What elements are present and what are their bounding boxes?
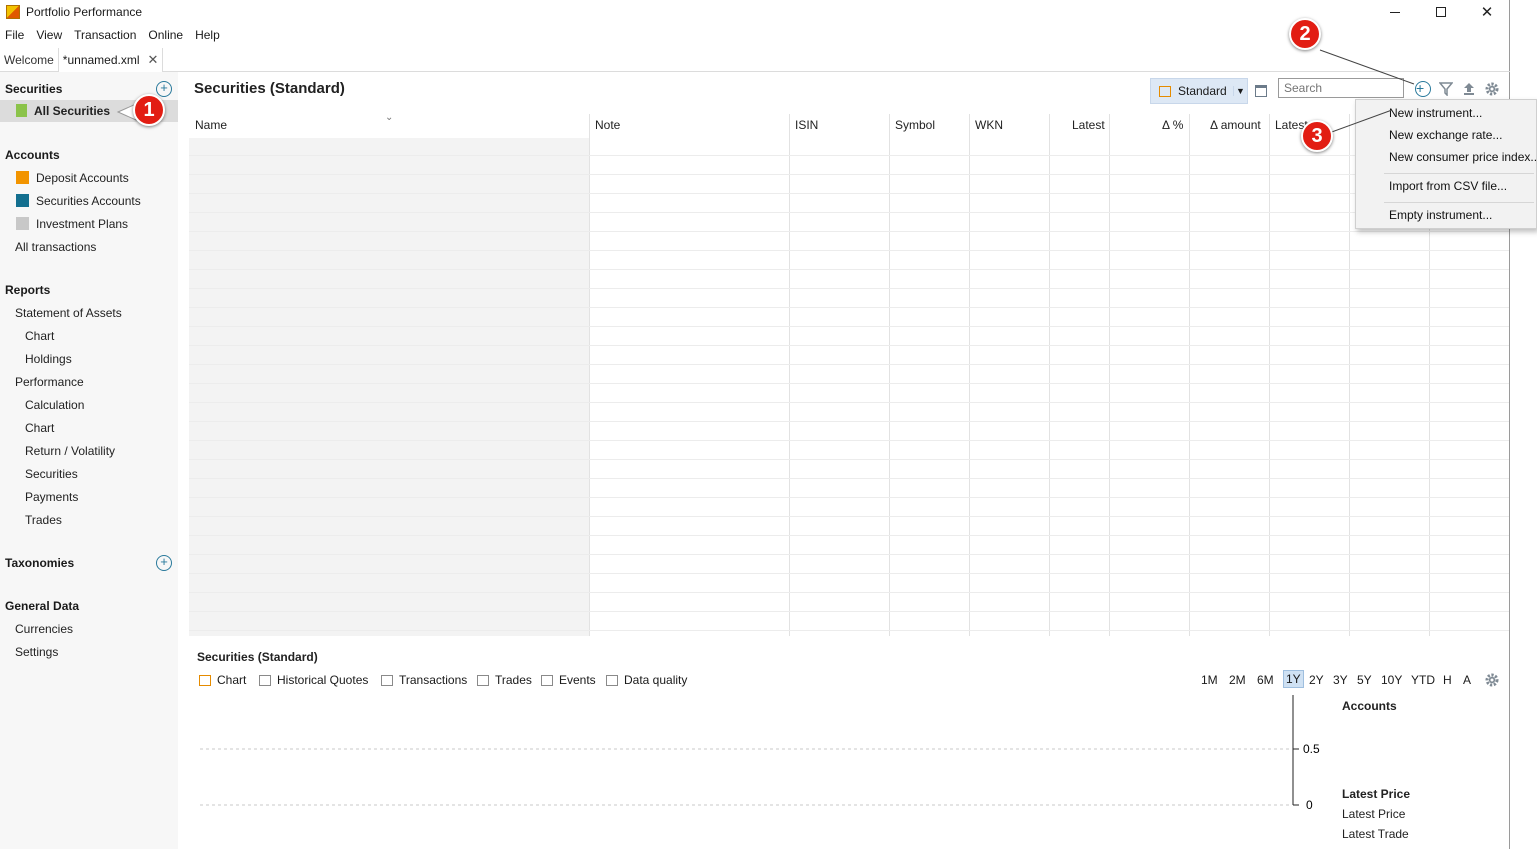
maximize-button[interactable] <box>1418 0 1464 24</box>
maximize-icon <box>1436 7 1446 17</box>
minimize-button[interactable] <box>1372 0 1418 24</box>
close-window-button[interactable]: ✕ <box>1464 0 1510 24</box>
minimize-icon <box>1390 11 1400 13</box>
annotation-badge-2: 2 <box>1289 18 1321 50</box>
annotation-badge-1: 1 <box>133 94 165 126</box>
close-icon: ✕ <box>1480 4 1494 21</box>
callout-line-2 <box>1319 49 1415 85</box>
annotation-badge-3: 3 <box>1301 120 1333 152</box>
